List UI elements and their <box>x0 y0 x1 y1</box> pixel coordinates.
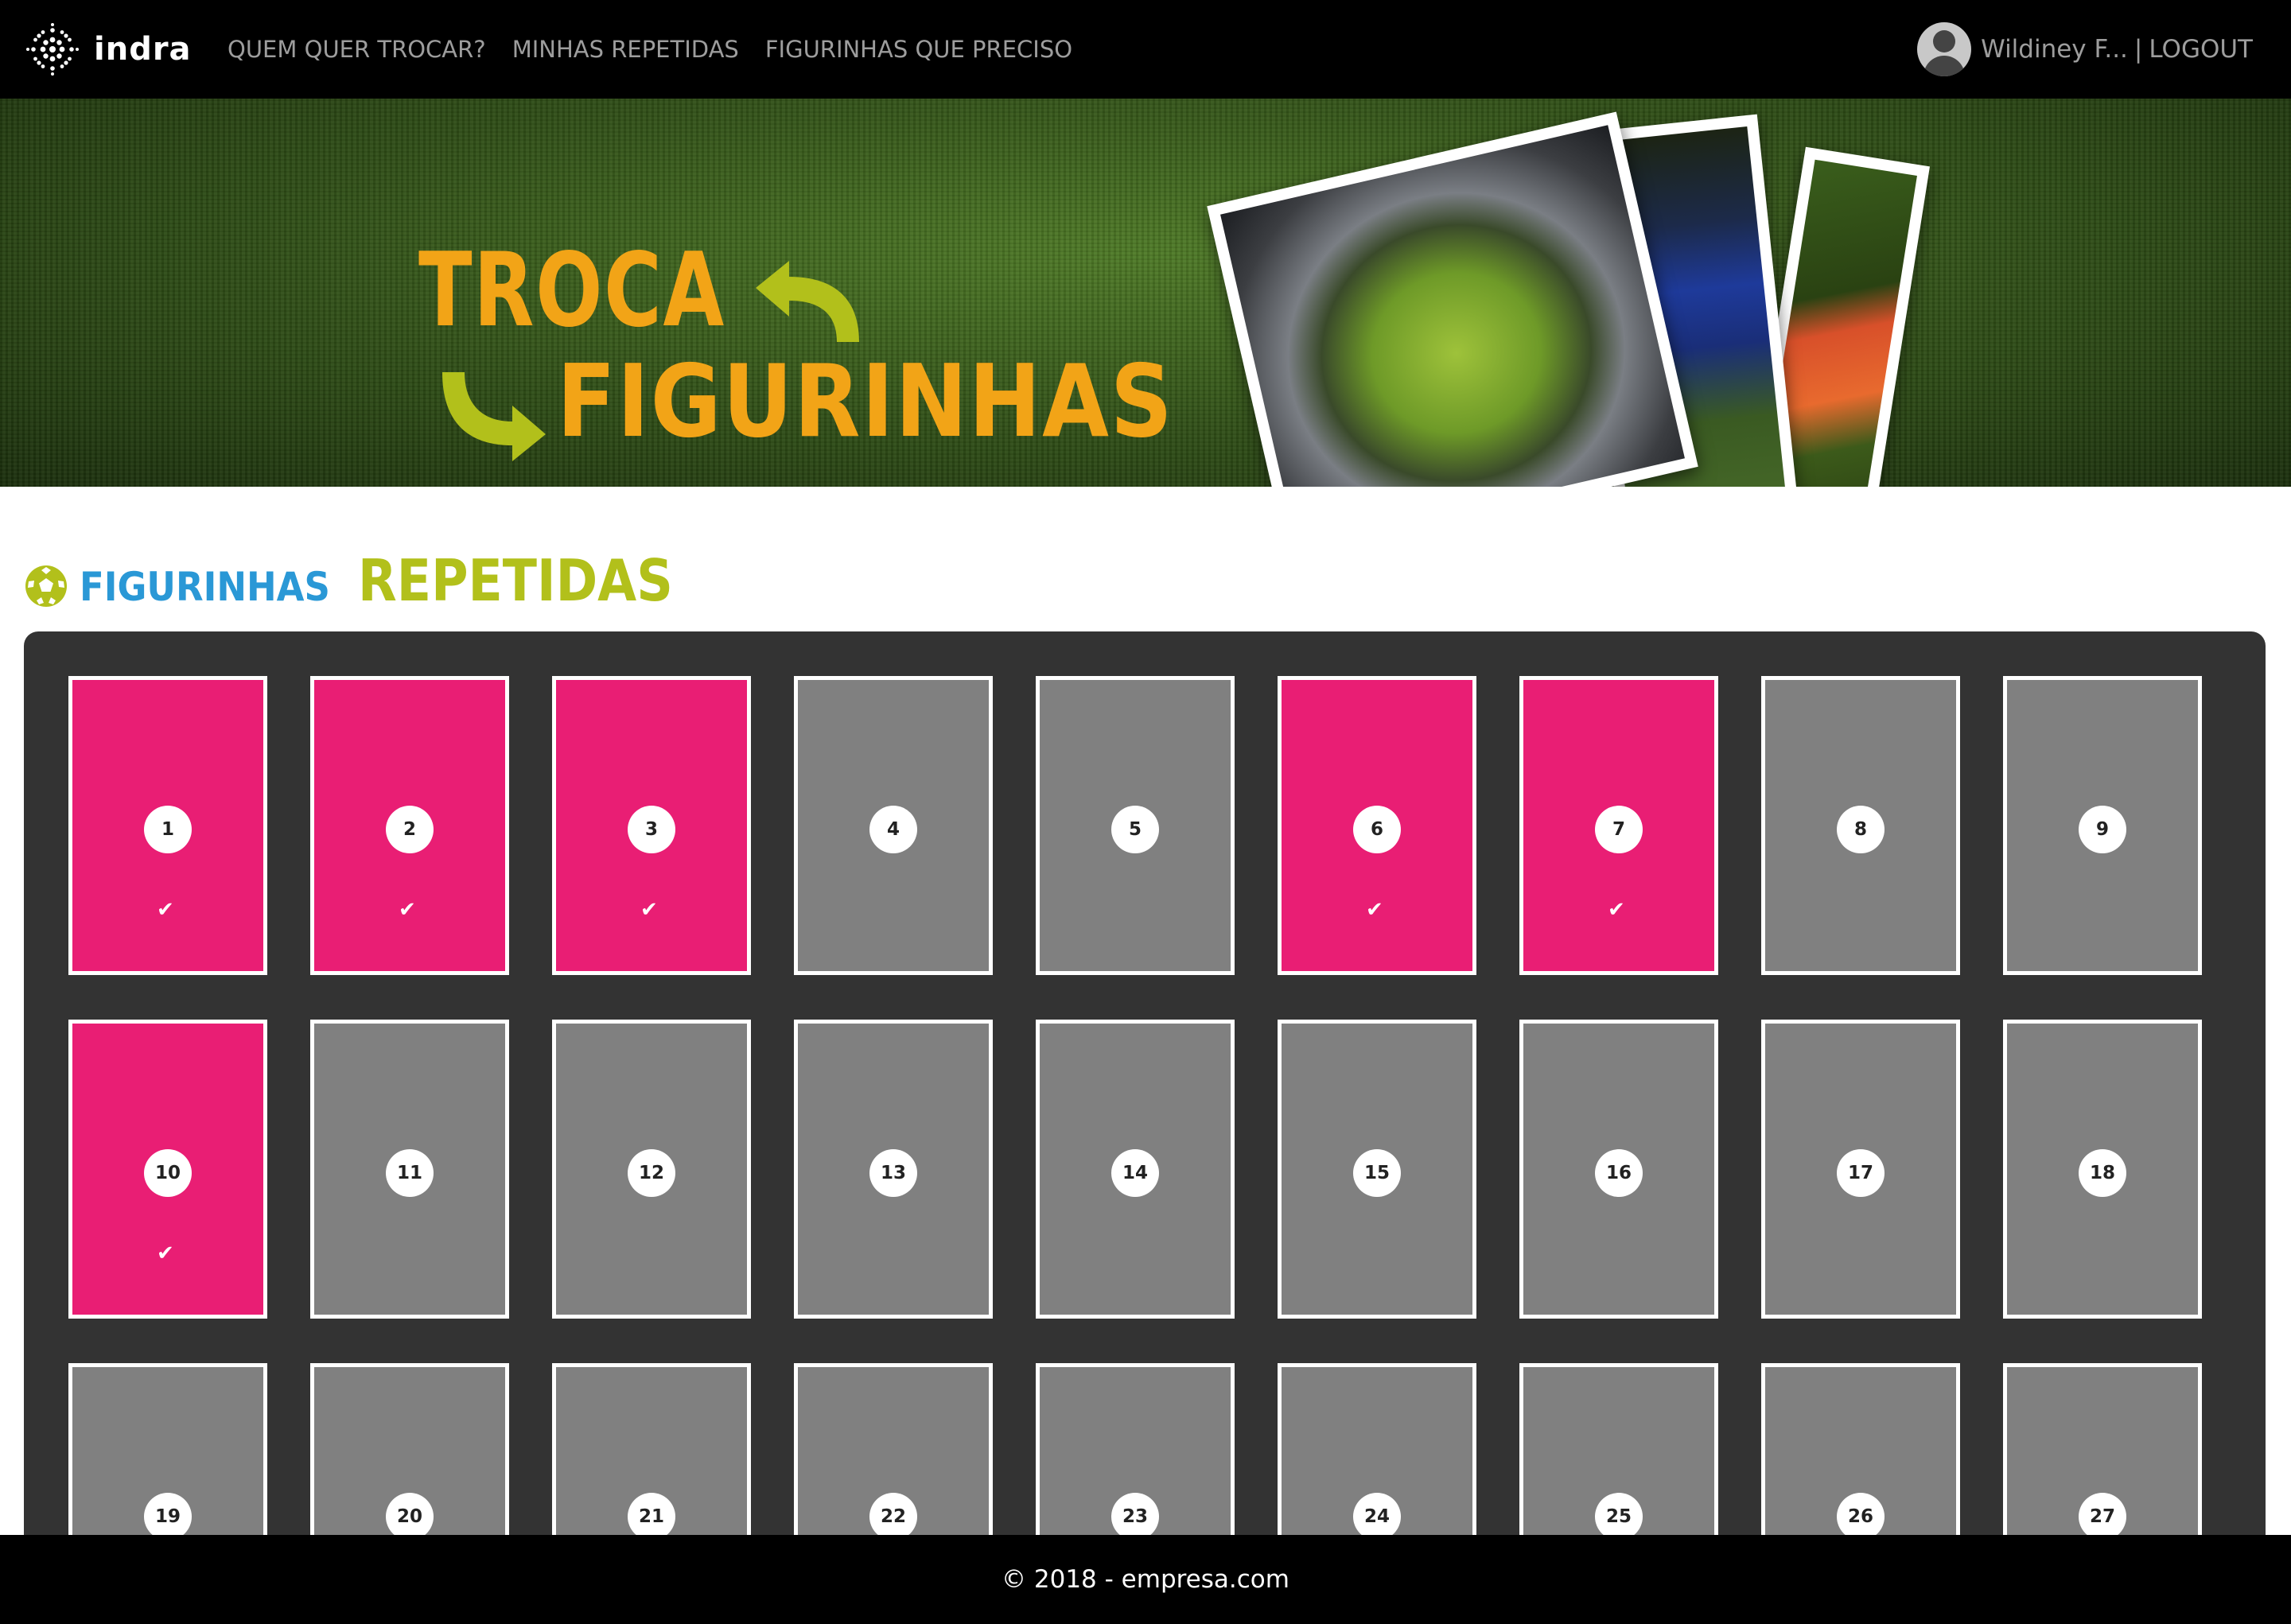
sticker-number-badge: 14 <box>1111 1149 1159 1197</box>
sticker-number-badge: 18 <box>2079 1149 2126 1197</box>
sticker-card[interactable]: 5 <box>1036 676 1235 975</box>
sticker-number-badge: 13 <box>869 1149 917 1197</box>
sticker-number-badge: 9 <box>2079 806 2126 853</box>
sticker-number-badge: 25 <box>1595 1493 1643 1540</box>
checkmark-icon: ✔ <box>157 1241 174 1265</box>
checkmark-icon: ✔ <box>399 898 416 922</box>
sticker-card[interactable]: 12 <box>552 1020 751 1319</box>
sticker-number-badge: 6 <box>1353 806 1401 853</box>
main-nav: QUEM QUER TROCAR? MINHAS REPETIDAS FIGUR… <box>228 0 1099 99</box>
page-footer: © 2018 - empresa.com <box>0 1535 2291 1624</box>
heading-part-repetidas: REPETIDAS <box>357 547 673 614</box>
footer-copyright: © 2018 - empresa.com <box>1002 1565 1289 1594</box>
soccer-ball-icon <box>25 565 67 607</box>
nav-link-minhas-repetidas[interactable]: MINHAS REPETIDAS <box>512 36 739 63</box>
banner-title-troca: TROCA <box>418 231 725 350</box>
sticker-number-badge: 12 <box>628 1149 675 1197</box>
checkmark-icon: ✔ <box>1608 898 1625 922</box>
top-navbar: indra QUEM QUER TROCAR? MINHAS REPETIDAS… <box>0 0 2291 99</box>
user-menu: Wildiney F... | LOGOUT <box>1917 0 2253 99</box>
sticker-card[interactable]: 7 ✔ <box>1519 676 1718 975</box>
sticker-number-badge: 15 <box>1353 1149 1401 1197</box>
sticker-number-badge: 19 <box>144 1493 192 1540</box>
sticker-card[interactable]: 2 ✔ <box>310 676 509 975</box>
sticker-number-badge: 10 <box>144 1149 192 1197</box>
nav-link-figurinhas-que-preciso[interactable]: FIGURINHAS QUE PRECISO <box>765 36 1072 63</box>
sticker-number-badge: 27 <box>2079 1493 2126 1540</box>
brand-name: indra <box>94 31 192 68</box>
sticker-card[interactable]: 11 <box>310 1020 509 1319</box>
sticker-number-badge: 11 <box>386 1149 434 1197</box>
sticker-number-badge: 16 <box>1595 1149 1643 1197</box>
sticker-number-badge: 23 <box>1111 1493 1159 1540</box>
sticker-card[interactable]: 10 ✔ <box>68 1020 267 1319</box>
nav-link-quem-quer-trocar[interactable]: QUEM QUER TROCAR? <box>228 36 486 63</box>
sticker-number-badge: 24 <box>1353 1493 1401 1540</box>
sticker-number-badge: 5 <box>1111 806 1159 853</box>
sticker-number-badge: 3 <box>628 806 675 853</box>
banner-title-figurinhas: FIGURINHAS <box>557 343 1174 460</box>
sticker-number-badge: 21 <box>628 1493 675 1540</box>
sticker-card[interactable]: 9 <box>2003 676 2202 975</box>
sticker-card[interactable]: 14 <box>1036 1020 1235 1319</box>
nav-separator: | <box>2133 35 2143 64</box>
sticker-number-badge: 7 <box>1595 806 1643 853</box>
sticker-number-badge: 17 <box>1837 1149 1885 1197</box>
curved-arrow-right-icon <box>442 372 546 461</box>
logout-link[interactable]: LOGOUT <box>2149 35 2253 64</box>
sticker-card[interactable]: 15 <box>1278 1020 1476 1319</box>
banner-photo-stadium <box>1207 111 1698 487</box>
sticker-number-badge: 4 <box>869 806 917 853</box>
checkmark-icon: ✔ <box>157 898 174 922</box>
sticker-card[interactable]: 4 <box>794 676 993 975</box>
page-heading: FIGURINHAS REPETIDAS <box>24 547 716 614</box>
user-name[interactable]: Wildiney F... <box>1981 35 2128 64</box>
sticker-card[interactable]: 16 <box>1519 1020 1718 1319</box>
sticker-number-badge: 20 <box>386 1493 434 1540</box>
sticker-card[interactable]: 3 ✔ <box>552 676 751 975</box>
heading-part-figurinhas: FIGURINHAS <box>80 564 330 610</box>
sticker-card[interactable]: 1 ✔ <box>68 676 267 975</box>
checkmark-icon: ✔ <box>1366 898 1383 922</box>
hero-banner: TROCA FIGURINHAS <box>0 99 2291 487</box>
indra-logo-icon <box>26 23 79 76</box>
sticker-grid-panel: 1 ✔ 2 ✔ 3 ✔ 4 5 6 ✔ 7 ✔ 8 9 10 ✔ 11 12 13 14 15 16 17 18 19 20 21 2… <box>24 631 2266 1624</box>
sticker-card[interactable]: 18 <box>2003 1020 2202 1319</box>
sticker-number-badge: 2 <box>386 806 434 853</box>
indra-logo[interactable]: indra <box>25 22 192 76</box>
sticker-card[interactable]: 8 <box>1761 676 1960 975</box>
sticker-card[interactable]: 6 ✔ <box>1278 676 1476 975</box>
user-avatar-icon[interactable] <box>1917 22 1972 76</box>
sticker-number-badge: 1 <box>144 806 192 853</box>
sticker-card[interactable]: 13 <box>794 1020 993 1319</box>
sticker-number-badge: 8 <box>1837 806 1885 853</box>
sticker-number-badge: 26 <box>1837 1493 1885 1540</box>
sticker-number-badge: 22 <box>869 1493 917 1540</box>
checkmark-icon: ✔ <box>640 898 658 922</box>
sticker-card[interactable]: 17 <box>1761 1020 1960 1319</box>
curved-arrow-left-icon <box>756 261 859 342</box>
